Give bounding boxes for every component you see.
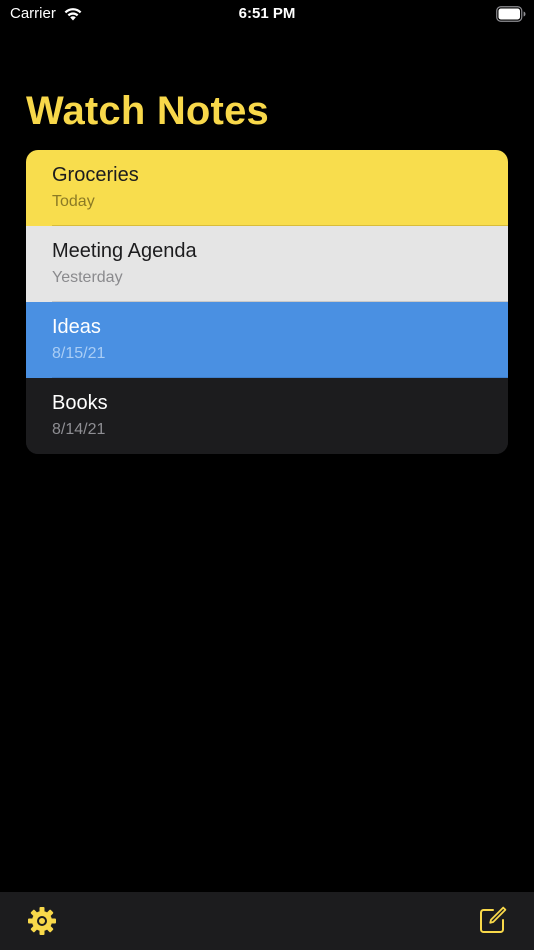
note-title: Groceries xyxy=(52,164,139,186)
note-date: 8/15/21 xyxy=(52,345,106,362)
note-row[interactable]: Meeting Agenda Yesterday xyxy=(26,226,508,302)
battery-icon xyxy=(496,6,526,22)
note-row[interactable]: Books 8/14/21 xyxy=(26,378,508,454)
note-title: Books xyxy=(52,392,108,414)
status-time: 6:51 PM xyxy=(238,5,296,22)
bottom-toolbar xyxy=(0,892,534,950)
gear-icon[interactable] xyxy=(26,905,58,937)
note-title: Meeting Agenda xyxy=(52,240,197,262)
note-row[interactable]: Groceries Today xyxy=(26,150,508,226)
note-row[interactable]: Ideas 8/15/21 xyxy=(26,302,508,378)
note-date: Today xyxy=(52,193,95,210)
note-date: Yesterday xyxy=(52,269,123,286)
notes-list: Groceries Today Meeting Agenda Yesterday Ide… xyxy=(26,150,508,454)
note-title: Ideas xyxy=(52,316,101,338)
note-divider xyxy=(52,453,508,454)
note-date: 8/14/21 xyxy=(52,421,106,438)
page-title: Watch Notes xyxy=(26,89,269,133)
status-bar: Carrier 6:51 PM xyxy=(0,0,534,30)
compose-icon[interactable] xyxy=(478,905,508,935)
